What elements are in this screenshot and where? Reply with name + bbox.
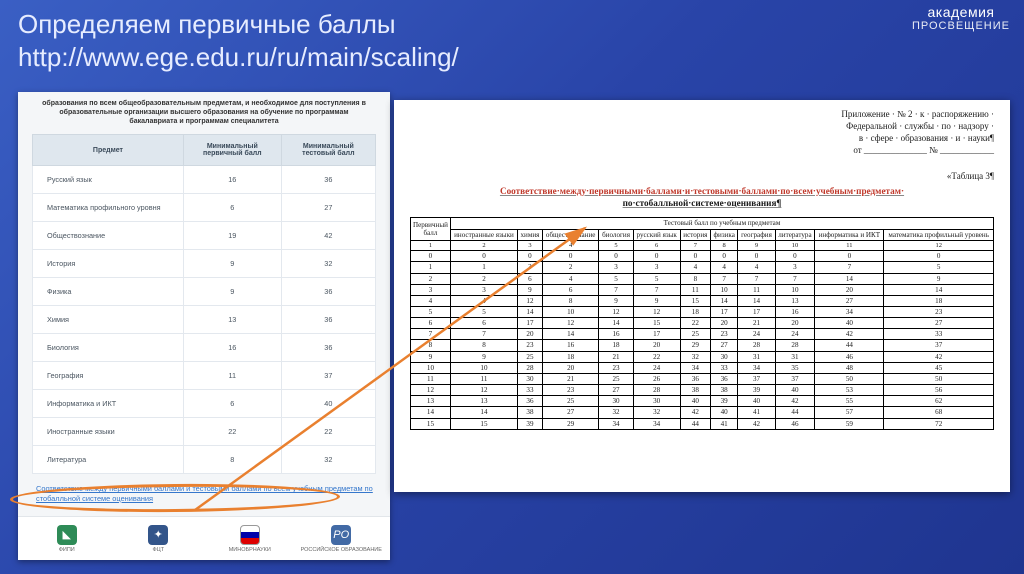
title-text: Определяем первичные баллы xyxy=(18,9,396,39)
table-row: 111130212526363637375050 xyxy=(411,373,994,384)
score-table: Первичный баллТестовый балл по учебным п… xyxy=(410,217,994,429)
footer-logo-1[interactable]: ◣ФИПИ xyxy=(24,525,110,553)
left-intro-text: образования по всем общеобразовательным … xyxy=(32,98,376,134)
table-row: Литература832 xyxy=(33,446,376,474)
table-row: 7720141617252324244233 xyxy=(411,329,994,340)
table-row: 339677111011102014 xyxy=(411,284,994,295)
right-document-panel: Приложение · № 2 · к · распоряжению · Фе… xyxy=(394,100,1010,492)
title-url: http://www.ege.edu.ru/ru/main/scaling/ xyxy=(18,42,459,72)
table-row: 151539293434444142465972 xyxy=(411,418,994,429)
footer-logo-2[interactable]: ✦ФЦТ xyxy=(116,525,202,553)
table-row: Математика профильного уровня627 xyxy=(33,194,376,222)
brand-line2: ПРОСВЕЩЕНИЕ xyxy=(912,20,1010,32)
highlight-link[interactable]: Соответствие между первичными баллами и … xyxy=(32,484,376,503)
table-row: Информатика и ИКТ640 xyxy=(33,390,376,418)
table-row: Обществознание1942 xyxy=(33,222,376,250)
table-row: Биология1636 xyxy=(33,334,376,362)
col-header: Предмет xyxy=(33,135,184,166)
table-row: 6617121415222021204027 xyxy=(411,318,994,329)
table-row: География1137 xyxy=(33,362,376,390)
table-row: 101028202324343334354845 xyxy=(411,362,994,373)
table-row: Русский язык1636 xyxy=(33,166,376,194)
table-label: «Таблица 3¶ xyxy=(410,171,994,181)
slide-title: Определяем первичные баллы http://www.eg… xyxy=(0,0,1024,77)
table-row: Физика936 xyxy=(33,278,376,306)
col-header: Минимальный первичный балл xyxy=(183,135,281,166)
table-row: 2264558777149 xyxy=(411,273,994,284)
col-header: Минимальный тестовый балл xyxy=(281,135,375,166)
table-row: 8823161820292728284437 xyxy=(411,340,994,351)
table-row: 131336253030403940425562 xyxy=(411,396,994,407)
annex-block: Приложение · № 2 · к · распоряжению · Фе… xyxy=(410,108,994,157)
left-webpage-panel: образования по всем общеобразовательным … xyxy=(18,92,390,560)
table-row: 113233444375 xyxy=(411,262,994,273)
footer-logo-4[interactable]: РОРОССИЙСКОЕ ОБРАЗОВАНИЕ xyxy=(299,525,385,553)
footer-logo-row: ◣ФИПИ ✦ФЦТ МИНОБРНАУКИ РОРОССИЙСКОЕ ОБРА… xyxy=(18,516,390,560)
table-row: 5514101212181717163423 xyxy=(411,306,994,317)
table-row: История932 xyxy=(33,250,376,278)
table-row: 4412899151414132718 xyxy=(411,295,994,306)
table-row: 141438273232424041445768 xyxy=(411,407,994,418)
table-row: 000000000000 xyxy=(411,251,994,262)
brand-line1: академия xyxy=(912,4,1010,20)
doc-title: Соответствие·между·первичными·баллами·и·… xyxy=(410,185,994,210)
table-row: Иностранные языки2222 xyxy=(33,418,376,446)
subjects-table: ПредметМинимальный первичный баллМинимал… xyxy=(32,134,376,474)
footer-logo-3[interactable]: МИНОБРНАУКИ xyxy=(207,525,293,553)
table-row: Химия1336 xyxy=(33,306,376,334)
brand-logo: академия ПРОСВЕЩЕНИЕ xyxy=(912,4,1010,32)
table-row: 121233232728383839405356 xyxy=(411,385,994,396)
table-row: 9925182122323031314642 xyxy=(411,351,994,362)
